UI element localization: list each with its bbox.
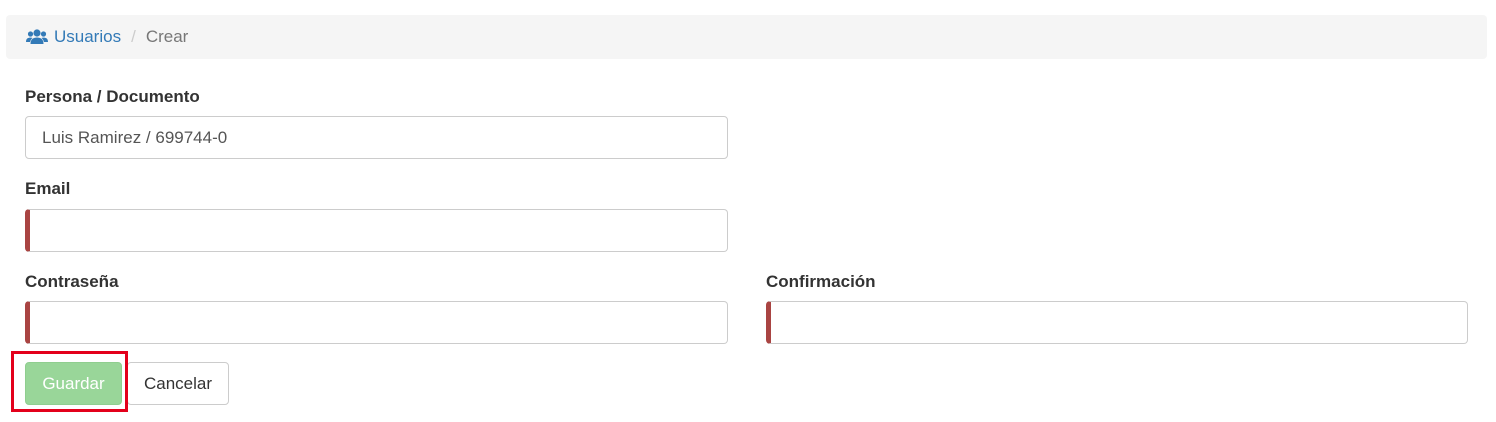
password-label: Contraseña xyxy=(25,272,119,291)
breadcrumb-link-usuarios[interactable]: Usuarios xyxy=(26,27,121,47)
breadcrumb-link-label[interactable]: Usuarios xyxy=(54,27,121,47)
persona-label: Persona / Documento xyxy=(25,87,200,106)
password-field[interactable] xyxy=(25,301,728,344)
users-icon xyxy=(26,29,48,44)
breadcrumb: Usuarios / Crear xyxy=(6,15,1487,59)
email-label: Email xyxy=(25,179,71,198)
breadcrumb-current: Crear xyxy=(145,27,189,46)
cancel-button[interactable]: Cancelar xyxy=(127,362,229,405)
confirmation-field[interactable] xyxy=(766,301,1468,344)
confirmation-label: Confirmación xyxy=(766,272,876,291)
breadcrumb-separator: / xyxy=(131,27,136,46)
persona-field[interactable] xyxy=(25,116,728,159)
save-button[interactable]: Guardar xyxy=(25,362,122,405)
email-field[interactable] xyxy=(25,209,728,252)
